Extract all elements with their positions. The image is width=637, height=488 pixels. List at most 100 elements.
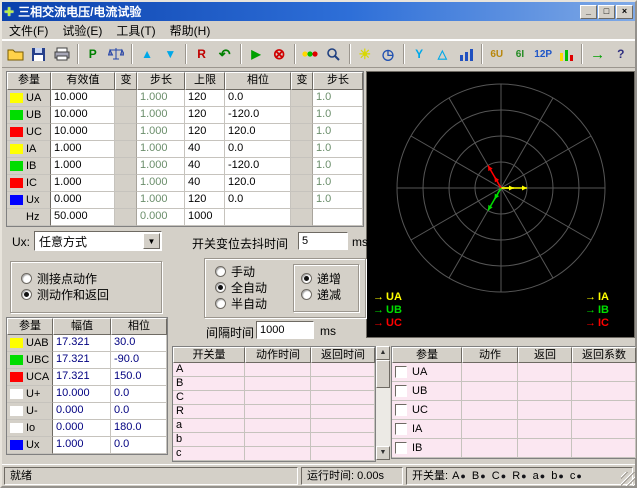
- step-cell[interactable]: 1.000: [137, 90, 185, 107]
- limit-cell[interactable]: 40: [185, 141, 225, 158]
- scroll-up-button[interactable]: ▲: [376, 346, 390, 360]
- vary-cell[interactable]: [291, 90, 313, 107]
- vary-cell[interactable]: [291, 141, 313, 158]
- maximize-button[interactable]: □: [598, 5, 615, 19]
- limit-cell[interactable]: 40: [185, 158, 225, 175]
- checkbox[interactable]: [395, 442, 407, 454]
- minimize-button[interactable]: _: [580, 5, 597, 19]
- value-cell[interactable]: 1.000: [51, 175, 115, 192]
- ux-mode-select[interactable]: 任意方式 ▼: [34, 231, 162, 251]
- phase-step-cell[interactable]: 1.0: [313, 124, 363, 141]
- chevron-down-icon[interactable]: ▼: [143, 233, 160, 249]
- six-voltage-button[interactable]: 6U: [486, 43, 508, 65]
- limit-cell[interactable]: 120: [185, 192, 225, 209]
- checkbox[interactable]: [395, 404, 407, 416]
- vary-cell[interactable]: [115, 209, 137, 226]
- limit-cell[interactable]: 40: [185, 175, 225, 192]
- scroll-thumb[interactable]: [376, 360, 390, 388]
- vary-cell[interactable]: [115, 90, 137, 107]
- checkbox[interactable]: [395, 366, 407, 378]
- step-up-button[interactable]: ▲: [136, 43, 158, 65]
- vary-cell[interactable]: [115, 124, 137, 141]
- resize-grip[interactable]: [621, 472, 635, 486]
- menu-item[interactable]: 帮助(H): [163, 20, 218, 41]
- step-cell[interactable]: 0.000: [137, 209, 185, 226]
- menu-item[interactable]: 文件(F): [2, 20, 55, 41]
- phase-step-cell[interactable]: [313, 209, 363, 226]
- limit-cell[interactable]: 120: [185, 107, 225, 124]
- step-cell[interactable]: 1.000: [137, 192, 185, 209]
- direction-option[interactable]: 递减: [301, 286, 358, 302]
- phase-cell[interactable]: 120.0: [225, 175, 291, 192]
- scroll-down-button[interactable]: ▼: [376, 446, 390, 460]
- phase-cell[interactable]: [225, 209, 291, 226]
- phase-step-cell[interactable]: 1.0: [313, 192, 363, 209]
- menu-item[interactable]: 工具(T): [109, 20, 162, 41]
- step-cell[interactable]: 1.000: [137, 141, 185, 158]
- balance-button[interactable]: [105, 43, 127, 65]
- limit-cell[interactable]: 1000: [185, 209, 225, 226]
- open-button[interactable]: [4, 43, 26, 65]
- help-button[interactable]: ?: [610, 43, 632, 65]
- phase-step-cell[interactable]: 1.0: [313, 175, 363, 192]
- contact-mode-option[interactable]: 测动作和返回: [21, 286, 161, 302]
- checkbox[interactable]: [395, 423, 407, 435]
- run-mode-option[interactable]: 手动: [215, 263, 267, 279]
- phase-step-cell[interactable]: 1.0: [313, 90, 363, 107]
- phase-cell[interactable]: 0.0: [225, 141, 291, 158]
- vary-cell[interactable]: [291, 124, 313, 141]
- direction-option[interactable]: 递增: [301, 270, 358, 286]
- result-table-scrollbar[interactable]: ▲ ▼: [376, 346, 390, 460]
- vary-cell[interactable]: [115, 158, 137, 175]
- close-button[interactable]: ×: [616, 5, 633, 19]
- value-cell[interactable]: 10.000: [51, 124, 115, 141]
- vary-cell[interactable]: [115, 175, 137, 192]
- harmonics-button[interactable]: [454, 43, 476, 65]
- step-cell[interactable]: 1.000: [137, 124, 185, 141]
- phase-step-cell[interactable]: 1.0: [313, 158, 363, 175]
- vary-cell[interactable]: [291, 209, 313, 226]
- timer-button[interactable]: ◷: [377, 43, 399, 65]
- debounce-input[interactable]: [298, 232, 348, 250]
- value-cell[interactable]: 1.000: [51, 141, 115, 158]
- value-cell[interactable]: 10.000: [51, 107, 115, 124]
- vary-cell[interactable]: [291, 107, 313, 124]
- limit-cell[interactable]: 120: [185, 90, 225, 107]
- phase-cell[interactable]: 120.0: [225, 124, 291, 141]
- stop-button[interactable]: ⊗: [268, 43, 290, 65]
- brightness-button[interactable]: ☀: [354, 43, 376, 65]
- phase-cell[interactable]: -120.0: [225, 107, 291, 124]
- run-mode-option[interactable]: 半自动: [215, 295, 267, 311]
- step-cell[interactable]: 1.000: [137, 175, 185, 192]
- save-button[interactable]: [27, 43, 49, 65]
- contact-mode-option[interactable]: 测接点动作: [21, 270, 161, 286]
- step-cell[interactable]: 1.000: [137, 107, 185, 124]
- reset-button[interactable]: R: [190, 43, 212, 65]
- checkbox[interactable]: [395, 385, 407, 397]
- value-cell[interactable]: 0.000: [51, 192, 115, 209]
- phase-step-cell[interactable]: 1.0: [313, 107, 363, 124]
- value-cell[interactable]: 50.000: [51, 209, 115, 226]
- output-button[interactable]: →: [586, 43, 608, 65]
- palette-button[interactable]: [299, 43, 321, 65]
- phase-cell[interactable]: 0.0: [225, 192, 291, 209]
- delta-connection-button[interactable]: △: [431, 43, 453, 65]
- interval-input[interactable]: [256, 321, 314, 339]
- sequence-button[interactable]: [555, 43, 577, 65]
- vary-cell[interactable]: [291, 192, 313, 209]
- twelve-phase-button[interactable]: 12P: [532, 43, 554, 65]
- six-current-button[interactable]: 6I: [509, 43, 531, 65]
- wye-connection-button[interactable]: Y: [408, 43, 430, 65]
- vary-cell[interactable]: [115, 107, 137, 124]
- run-mode-option[interactable]: 全自动: [215, 279, 267, 295]
- phase-cell[interactable]: 0.0: [225, 90, 291, 107]
- undo-button[interactable]: ↶: [214, 43, 236, 65]
- phase-step-cell[interactable]: 1.0: [313, 141, 363, 158]
- value-cell[interactable]: 1.000: [51, 158, 115, 175]
- vary-cell[interactable]: [115, 192, 137, 209]
- print-button[interactable]: [50, 43, 72, 65]
- run-button[interactable]: ▶: [245, 43, 267, 65]
- parameter-set-button[interactable]: P: [82, 43, 104, 65]
- phase-cell[interactable]: -120.0: [225, 158, 291, 175]
- zoom-button[interactable]: [322, 43, 344, 65]
